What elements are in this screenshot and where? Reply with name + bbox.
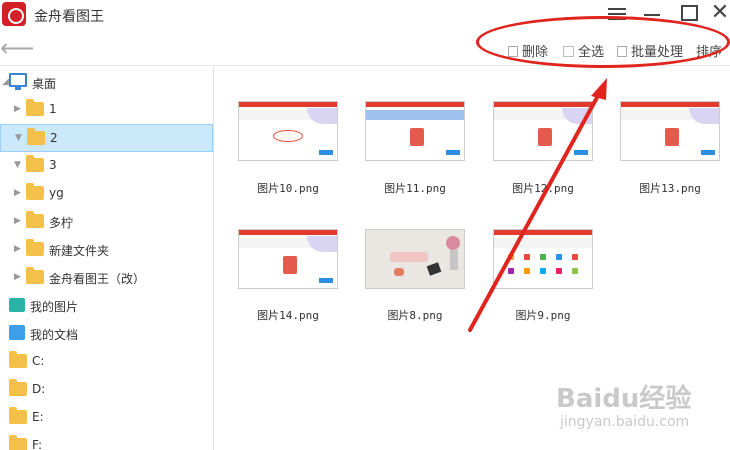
baidu-watermark-logo: Baidu经验 [556, 384, 692, 414]
baidu-watermark-url: jingyan.baidu.com [560, 414, 690, 430]
